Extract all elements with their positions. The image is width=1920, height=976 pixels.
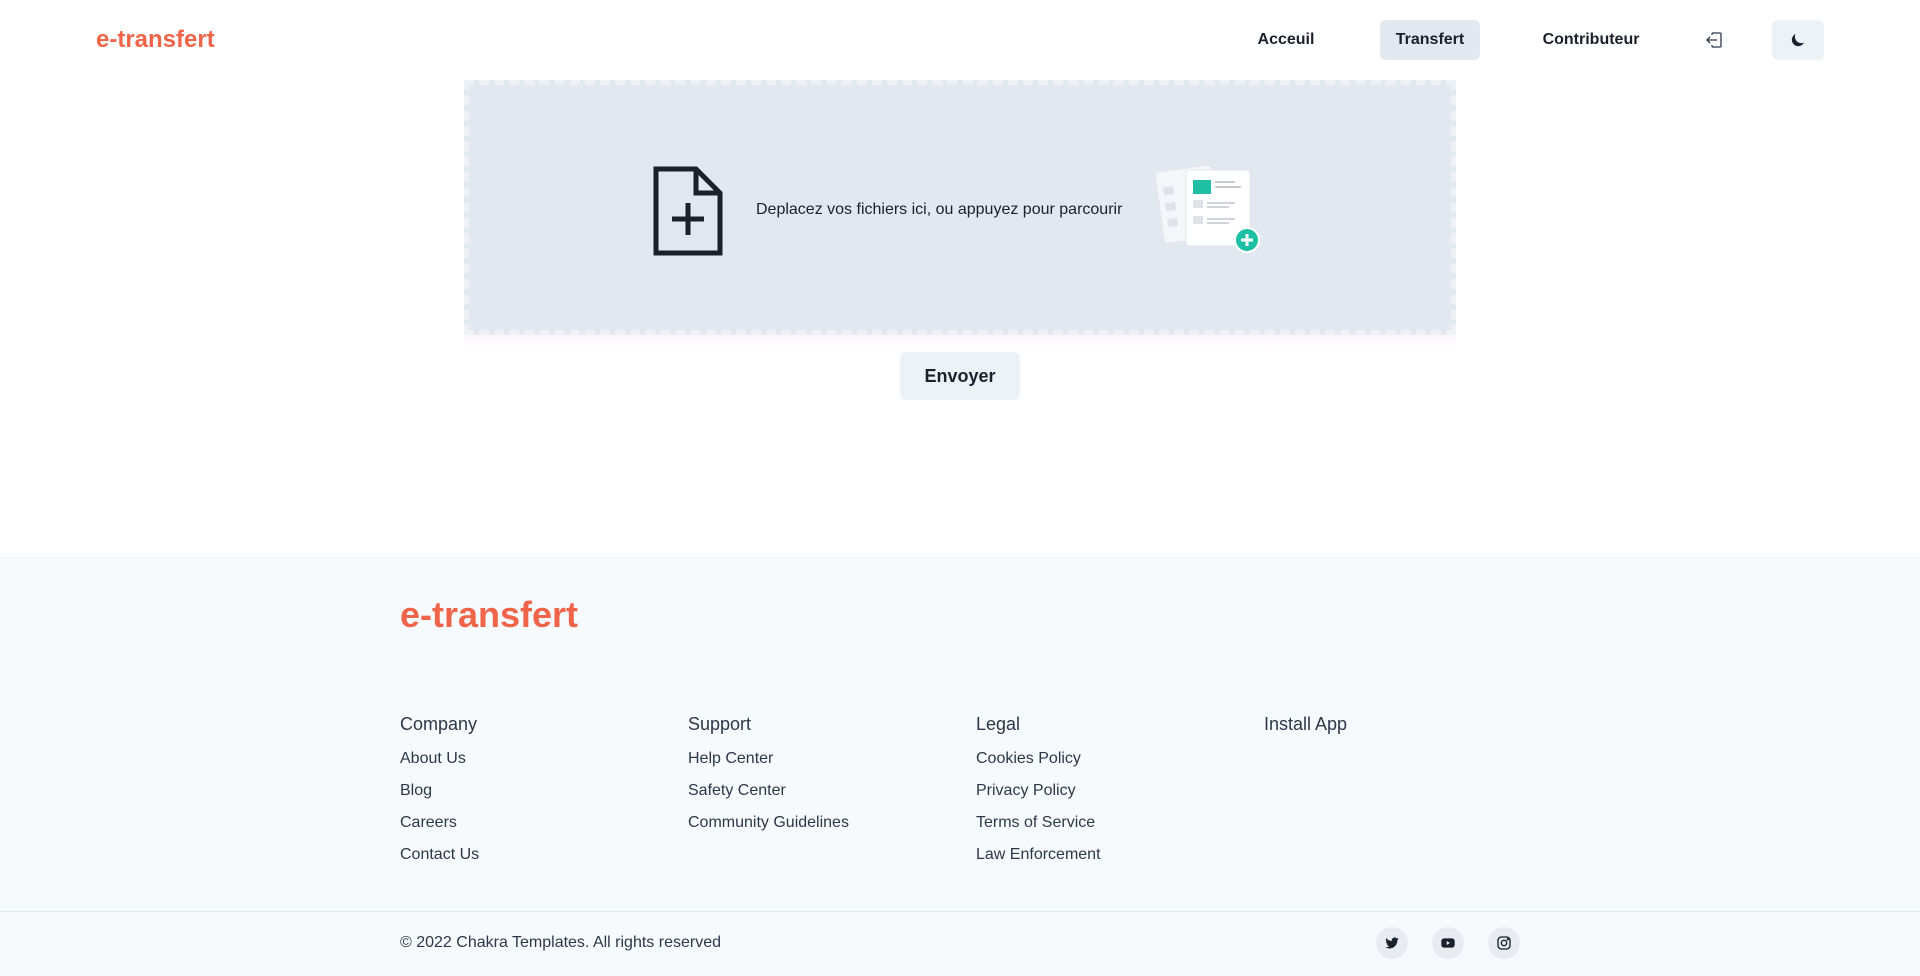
instagram-icon xyxy=(1497,936,1511,950)
nav-contributeur[interactable]: Contributeur xyxy=(1531,20,1651,60)
footer-link-cookies-policy[interactable]: Cookies Policy xyxy=(976,747,1101,771)
dropzone-shadow xyxy=(464,335,1456,353)
footer-link-privacy-policy[interactable]: Privacy Policy xyxy=(976,779,1101,803)
twitter-icon xyxy=(1385,937,1399,949)
documents-add-illustration xyxy=(1154,164,1260,253)
footer-column-title: Legal xyxy=(976,714,1021,734)
top-navbar: e-transfert Acceuil Transfert Contribute… xyxy=(0,0,1920,80)
footer-column-title: Company xyxy=(400,714,478,734)
youtube-button[interactable] xyxy=(1432,927,1464,959)
dropzone-instructions: Deplacez vos fichiers ici, ou appuyez po… xyxy=(756,201,1123,218)
footer-link-about-us[interactable]: About Us xyxy=(400,747,479,771)
footer-divider xyxy=(0,911,1920,912)
footer-column-title: Install App xyxy=(1264,714,1348,734)
footer-link-contact-us[interactable]: Contact Us xyxy=(400,843,479,867)
footer-link-law-enforcement[interactable]: Law Enforcement xyxy=(976,843,1101,867)
footer-link-safety-center[interactable]: Safety Center xyxy=(688,779,849,803)
footer-column-legal: Legal Cookies Policy Privacy Policy Term… xyxy=(976,710,1101,875)
footer-link-blog[interactable]: Blog xyxy=(400,779,479,803)
footer-link-careers[interactable]: Careers xyxy=(400,811,479,835)
file-plus-icon xyxy=(653,166,723,256)
footer-brand-logo[interactable]: e-transfert xyxy=(400,593,578,637)
nav-acceuil[interactable]: Acceuil xyxy=(1241,20,1331,60)
footer-column-install-app: Install App xyxy=(1264,710,1347,747)
footer-column-support: Support Help Center Safety Center Commun… xyxy=(688,710,849,843)
theme-toggle-button[interactable] xyxy=(1772,20,1824,60)
footer-column-title: Support xyxy=(688,714,752,734)
footer-column-company: Company About Us Blog Careers Contact Us xyxy=(400,710,479,875)
footer-link-terms-of-service[interactable]: Terms of Service xyxy=(976,811,1101,835)
login-icon[interactable] xyxy=(1702,28,1726,52)
footer-link-community-guidelines[interactable]: Community Guidelines xyxy=(688,811,849,835)
send-button[interactable]: Envoyer xyxy=(900,352,1020,400)
instagram-button[interactable] xyxy=(1488,927,1520,959)
brand-logo[interactable]: e-transfert xyxy=(96,24,215,56)
nav-transfert[interactable]: Transfert xyxy=(1380,20,1480,60)
footer-link-help-center[interactable]: Help Center xyxy=(688,747,849,771)
youtube-icon xyxy=(1441,938,1455,948)
twitter-button[interactable] xyxy=(1376,927,1408,959)
copyright-text: © 2022 Chakra Templates. All rights rese… xyxy=(400,934,721,951)
file-dropzone[interactable]: Deplacez vos fichiers ici, ou appuyez po… xyxy=(464,80,1456,335)
moon-icon xyxy=(1791,34,1804,47)
footer: e-transfert Company About Us Blog Career… xyxy=(0,553,1920,976)
